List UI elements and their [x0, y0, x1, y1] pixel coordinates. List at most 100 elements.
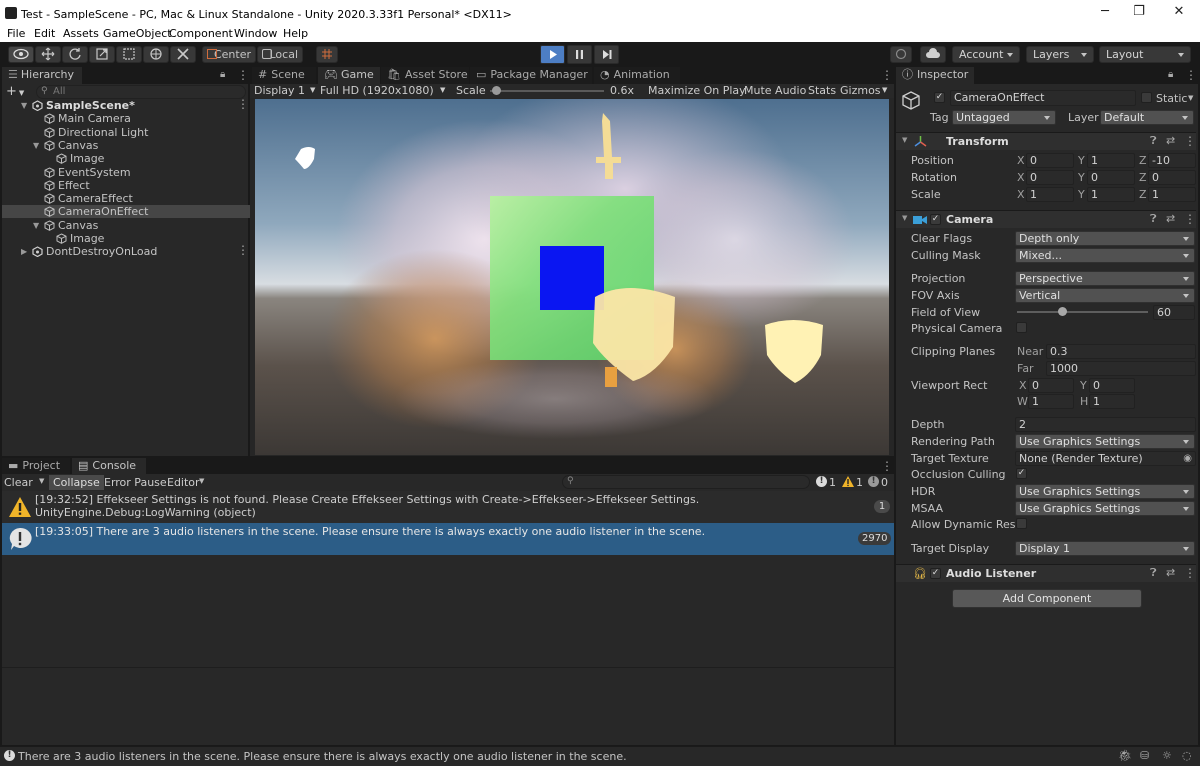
- hierarchy-scene-row[interactable]: ▶ DontDestroyOnLoad: [2, 244, 250, 258]
- tab-inspector[interactable]: ⓘ Inspector: [896, 67, 974, 84]
- hierarchy-item[interactable]: Image: [2, 232, 250, 245]
- position-x-field[interactable]: 0: [1026, 153, 1074, 168]
- status-message[interactable]: There are 3 audio listeners in the scene…: [18, 750, 627, 763]
- clear-button[interactable]: Clear: [4, 476, 33, 489]
- near-field[interactable]: 0.3: [1046, 344, 1196, 359]
- log-count-toggle[interactable]: ! 1: [816, 475, 838, 490]
- scale-z-field[interactable]: 1: [1148, 187, 1196, 202]
- display-dropdown[interactable]: Display 1 ▼: [254, 84, 316, 97]
- view-tool-button[interactable]: [8, 46, 34, 63]
- component-menu-icon[interactable]: [1184, 566, 1196, 580]
- presets-icon[interactable]: ⇄: [1166, 212, 1175, 225]
- static-checkbox[interactable]: [1141, 92, 1152, 103]
- gizmos-dropdown-arrow[interactable]: ▼: [882, 86, 887, 94]
- center-menu-icon[interactable]: [881, 68, 893, 82]
- gizmos-toggle[interactable]: Gizmos: [840, 84, 881, 97]
- component-menu-icon[interactable]: [1184, 134, 1196, 148]
- console-splitter[interactable]: [2, 667, 894, 668]
- rendering-path-dropdown[interactable]: Use Graphics Settings: [1015, 434, 1195, 449]
- error-count-toggle[interactable]: ! 0: [868, 475, 890, 490]
- object-picker-icon[interactable]: ◉: [1183, 452, 1192, 465]
- help-icon[interactable]: ❓︎: [1150, 212, 1157, 226]
- hierarchy-scene-row[interactable]: ▼ SampleScene*: [2, 98, 250, 112]
- help-icon[interactable]: ❓︎: [1150, 566, 1157, 580]
- layers-dropdown[interactable]: Layers: [1026, 46, 1094, 63]
- viewport-w-field[interactable]: 1: [1028, 394, 1074, 409]
- fov-slider-knob[interactable]: [1057, 307, 1067, 316]
- menu-window[interactable]: Window: [234, 27, 277, 40]
- rotate-tool-button[interactable]: [62, 46, 88, 63]
- viewport-y-field[interactable]: 0: [1089, 378, 1135, 393]
- collapse-toggle[interactable]: Collapse: [49, 475, 104, 490]
- hierarchy-search-input[interactable]: ⚲ All: [36, 85, 246, 99]
- hierarchy-item[interactable]: Image: [2, 152, 250, 165]
- lock-icon[interactable]: 🔒︎: [220, 69, 225, 80]
- add-component-button[interactable]: Add Component: [952, 589, 1142, 608]
- fov-axis-dropdown[interactable]: Vertical: [1015, 288, 1195, 303]
- projection-dropdown[interactable]: Perspective: [1015, 271, 1195, 286]
- bug-icon[interactable]: 🐞︎: [1118, 749, 1132, 762]
- scale-tool-button[interactable]: [89, 46, 115, 63]
- menu-edit[interactable]: Edit: [34, 27, 55, 40]
- hdr-dropdown[interactable]: Use Graphics Settings: [1015, 484, 1195, 499]
- menu-help[interactable]: Help: [283, 27, 308, 40]
- static-dropdown-arrow[interactable]: ▼: [1188, 94, 1193, 102]
- cloud-button[interactable]: [920, 46, 946, 63]
- target-display-dropdown[interactable]: Display 1: [1015, 541, 1195, 556]
- fold-arrow-icon[interactable]: ▼: [902, 214, 907, 222]
- occlusion-culling-checkbox[interactable]: ✓: [1016, 468, 1027, 479]
- tag-dropdown[interactable]: Untagged: [952, 110, 1056, 125]
- account-dropdown[interactable]: Account: [952, 46, 1020, 63]
- pivot-local-toggle[interactable]: Local: [257, 46, 303, 63]
- collab-button[interactable]: [890, 46, 912, 63]
- viewport-h-field[interactable]: 1: [1089, 394, 1135, 409]
- layout-dropdown[interactable]: Layout: [1099, 46, 1191, 63]
- position-z-field[interactable]: -10: [1148, 153, 1196, 168]
- fold-arrow-icon[interactable]: ▼: [21, 99, 27, 112]
- rect-tool-button[interactable]: [116, 46, 142, 63]
- create-button[interactable]: + ▼: [6, 85, 24, 99]
- help-icon[interactable]: ❓︎: [1150, 134, 1157, 148]
- auto-generate-lighting-icon[interactable]: ☼: [1162, 749, 1172, 762]
- custom-tool-button[interactable]: [170, 46, 196, 63]
- console-entry-selected[interactable]: [19:33:05] There are 3 audio listeners i…: [2, 523, 894, 555]
- hierarchy-item[interactable]: CameraEffect: [2, 192, 250, 205]
- console-entry[interactable]: [19:32:52] Effekseer Settings is not fou…: [2, 491, 894, 523]
- camera-enabled-checkbox[interactable]: ✓: [930, 214, 941, 225]
- cache-server-icon[interactable]: ⛁: [1140, 749, 1149, 762]
- rotation-x-field[interactable]: 0: [1026, 170, 1074, 185]
- transform-header[interactable]: ▼ Transform ❓︎ ⇄: [896, 132, 1196, 150]
- presets-icon[interactable]: ⇄: [1166, 566, 1175, 579]
- hierarchy-item[interactable]: ▼ Canvas: [2, 219, 250, 232]
- stats-toggle[interactable]: Stats: [808, 84, 836, 97]
- hierarchy-item[interactable]: Directional Light: [2, 126, 250, 139]
- audio-listener-header[interactable]: 🎧︎ ✓ Audio Listener ❓︎ ⇄: [896, 564, 1196, 582]
- tab-console[interactable]: ▤ Console: [72, 458, 146, 475]
- game-view[interactable]: [250, 98, 894, 456]
- component-menu-icon[interactable]: [1184, 212, 1196, 226]
- msaa-dropdown[interactable]: Use Graphics Settings: [1015, 501, 1195, 516]
- console-menu-icon[interactable]: [881, 459, 893, 473]
- lock-icon[interactable]: 🔒︎: [1168, 69, 1173, 80]
- tab-hierarchy[interactable]: ☰ Hierarchy: [2, 67, 82, 84]
- scene-menu-icon[interactable]: [237, 244, 249, 258]
- scale-slider-knob[interactable]: [491, 86, 501, 95]
- scale-slider[interactable]: [490, 86, 604, 95]
- step-button[interactable]: [594, 45, 619, 64]
- menu-component[interactable]: Component: [169, 27, 233, 40]
- hierarchy-item[interactable]: Effect: [2, 179, 250, 192]
- editor-dropdown[interactable]: Editor: [167, 476, 200, 489]
- far-field[interactable]: 1000: [1046, 361, 1196, 376]
- menu-file[interactable]: File: [7, 27, 25, 40]
- fold-arrow-icon[interactable]: ▼: [33, 219, 39, 232]
- object-name-field[interactable]: CameraOnEffect: [950, 90, 1136, 106]
- tab-scene[interactable]: # Scene: [252, 67, 316, 84]
- clear-dropdown-arrow[interactable]: ▼: [39, 477, 44, 485]
- fold-arrow-icon[interactable]: ▼: [33, 139, 39, 152]
- physical-camera-checkbox[interactable]: [1016, 322, 1027, 333]
- hierarchy-item[interactable]: EventSystem: [2, 166, 250, 179]
- viewport-x-field[interactable]: 0: [1028, 378, 1074, 393]
- rotation-z-field[interactable]: 0: [1148, 170, 1196, 185]
- hierarchy-menu-icon[interactable]: [237, 68, 249, 82]
- active-checkbox[interactable]: ✓: [934, 92, 945, 103]
